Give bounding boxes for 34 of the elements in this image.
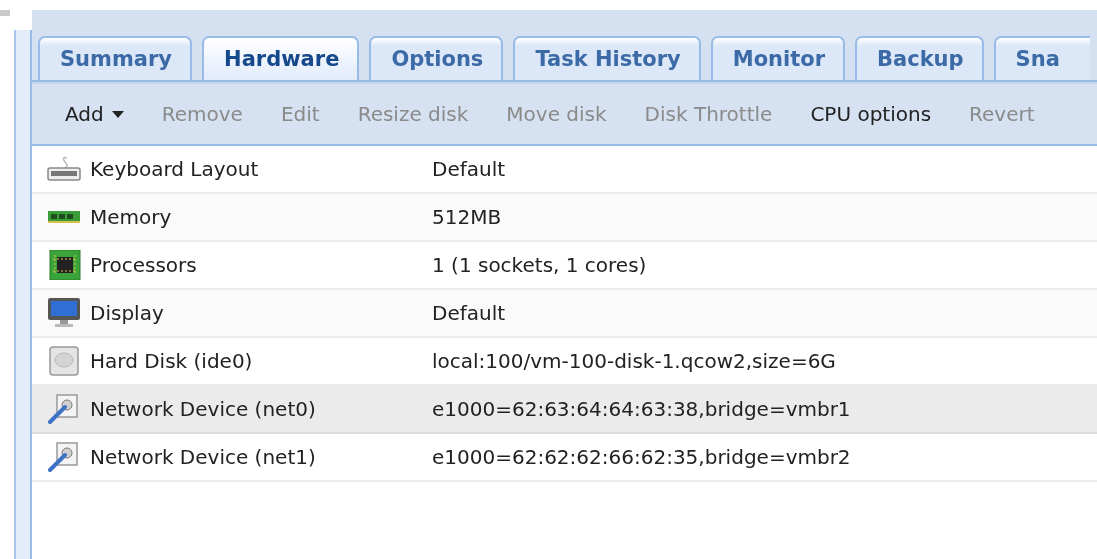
device-name: Hard Disk (ide0) — [90, 349, 254, 373]
device-value: local:100/vm-100-disk-1.qcow2,size=6G — [432, 349, 837, 373]
tab[interactable]: Hardware — [202, 36, 360, 80]
tab[interactable]: Options — [369, 36, 504, 80]
toolbar-button[interactable]: CPU options — [791, 96, 951, 132]
tab[interactable]: Monitor — [710, 36, 846, 80]
processor-icon — [47, 250, 81, 280]
table-row[interactable]: Network Device (net0) e1000=62:63:64:64:63:38,bridge=vmbr1 — [32, 386, 1097, 434]
caret-icon — [111, 110, 124, 118]
device-name: Processors — [90, 253, 198, 277]
device-value: 512MB — [432, 205, 503, 229]
table-row[interactable]: Memory 512MB — [32, 194, 1097, 242]
network-plug-icon — [47, 394, 81, 424]
device-value: e1000=62:62:62:66:62:35,bridge=vmbr2 — [432, 445, 852, 469]
tab[interactable]: Task History — [513, 36, 701, 80]
keyboard-icon — [47, 154, 81, 184]
device-name: Network Device (net0) — [90, 397, 317, 421]
device-value: Default — [432, 157, 507, 181]
network-plug-icon — [47, 442, 81, 472]
device-value: 1 (1 sockets, 1 cores) — [432, 253, 648, 277]
resize-grip[interactable] — [0, 10, 10, 16]
device-name: Network Device (net1) — [90, 445, 317, 469]
monitor-icon — [47, 298, 81, 328]
tab[interactable]: Backup — [855, 36, 984, 80]
add-menu-button[interactable]: Add — [46, 96, 143, 132]
table-row[interactable]: Display Default — [32, 290, 1097, 338]
table-row[interactable]: Network Device (net1) e1000=62:62:62:66:62:35,bridge=vmbr2 — [32, 434, 1097, 482]
device-value: Default — [432, 301, 507, 325]
device-name: Memory — [90, 205, 173, 229]
device-value: e1000=62:63:64:64:63:38,bridge=vmbr1 — [432, 397, 852, 421]
tab[interactable]: Summary — [38, 36, 193, 80]
tab[interactable]: Sna — [993, 36, 1090, 80]
device-name: Keyboard Layout — [90, 157, 260, 181]
device-name: Display — [90, 301, 165, 325]
